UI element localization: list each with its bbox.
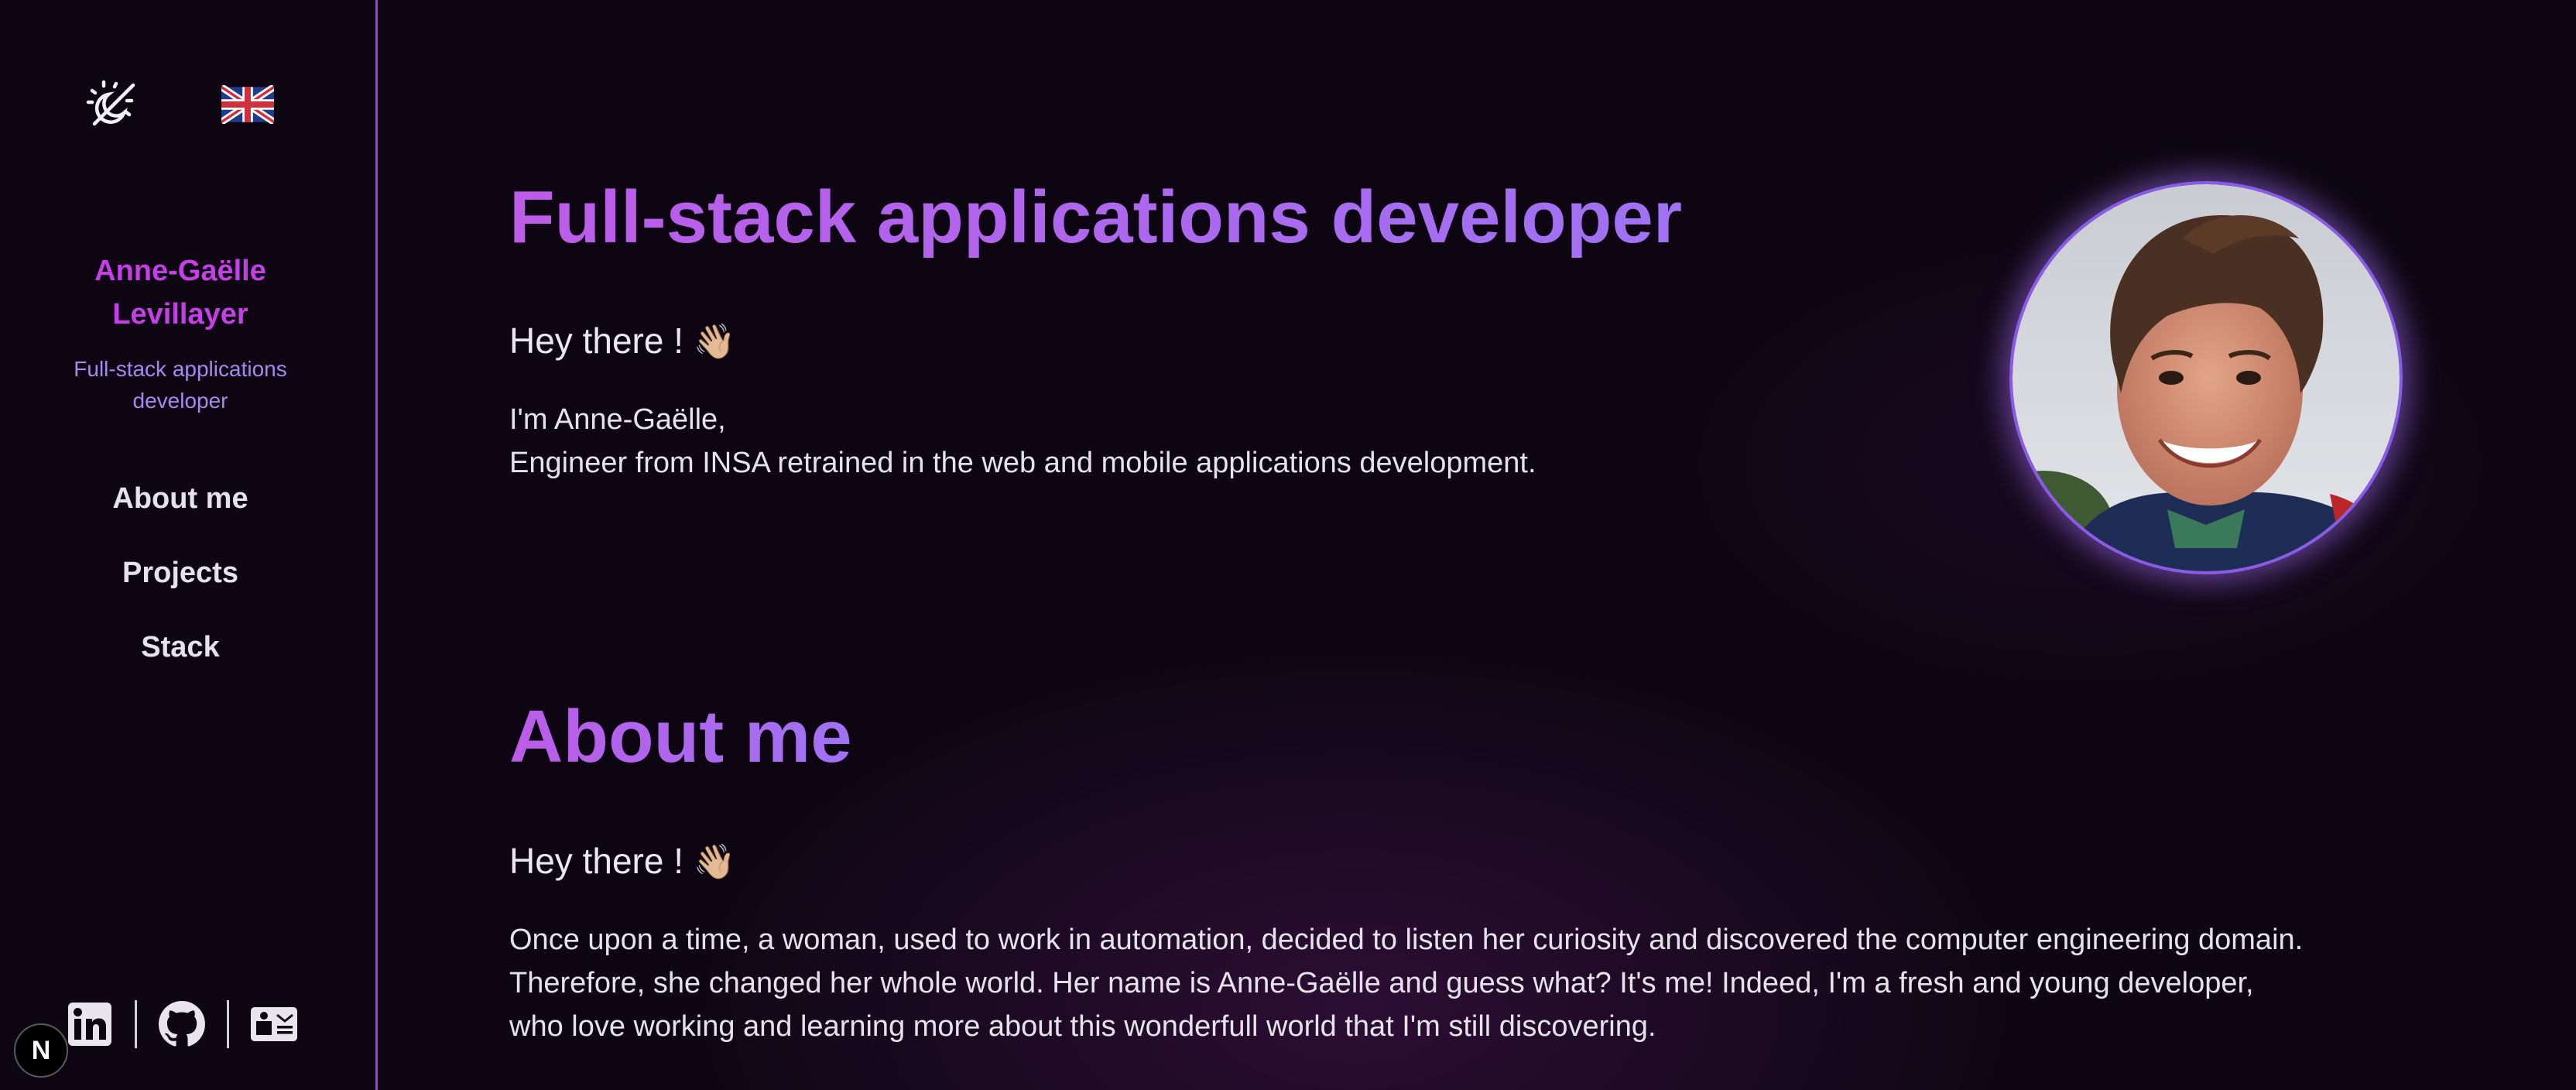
next-dev-badge[interactable]: N [14,1023,68,1078]
contact-card-icon [251,1007,297,1041]
profile-photo-image [2012,184,2400,571]
waving-hand-icon: 👋🏼 [693,323,736,361]
hero-intro-line-2: Engineer from INSA retrained in the web … [509,447,1536,479]
sidebar-role-line-1: Full-stack applications [74,357,287,381]
linkedin-icon [68,1003,111,1046]
linkedin-link[interactable] [62,999,118,1050]
github-icon [159,1001,205,1047]
nav-link-stack[interactable]: Stack [0,629,361,666]
about-greeting: Hey there ! 👋🏼 [509,839,736,884]
hero-title: Full-stack applications developer [509,176,1683,259]
about-body-line-3: who love working and learning more about… [509,1010,1656,1043]
about-title: About me [509,694,852,780]
uk-flag-icon [219,84,276,125]
hero-greeting-text: Hey there ! [509,320,683,361]
social-divider [135,1000,137,1048]
social-divider [227,1000,229,1048]
about-body-line-2: Therefore, she changed her whole world. … [509,967,2254,999]
profile-photo [2009,181,2403,574]
social-links [62,999,302,1050]
hero-greeting: Hey there ! 👋🏼 [509,319,736,364]
waving-hand-icon: 👋🏼 [693,843,736,881]
sidebar-role-line-2: developer [132,389,228,413]
next-dev-badge-label: N [31,1035,51,1065]
hero-intro: I'm Anne-Gaëlle, Engineer from INSA retr… [509,398,1536,485]
sidebar-role: Full-stack applications developer [0,353,361,416]
theme-toggle-button[interactable] [84,76,142,135]
app: Anne-Gaëlle Levillayer Full-stack applic… [0,0,2576,1090]
github-link[interactable] [154,999,210,1050]
hero-intro-line-1: I'm Anne-Gaëlle, [509,403,726,436]
sidebar-name-line-2: Levillayer [112,298,248,331]
contact-link[interactable] [246,999,302,1050]
sidebar-nav: About me Projects Stack [0,480,361,703]
sidebar-name: Anne-Gaëlle Levillayer [0,249,361,336]
nav-link-about[interactable]: About me [0,480,361,517]
language-toggle[interactable] [219,84,276,125]
sidebar: Anne-Gaëlle Levillayer Full-stack applic… [0,0,378,1090]
sidebar-name-line-1: Anne-Gaëlle [94,255,266,287]
about-body-line-1: Once upon a time, a woman, used to work … [509,924,2304,956]
about-greeting-text: Hey there ! [509,841,683,881]
about-body: Once upon a time, a woman, used to work … [509,918,2303,1048]
nav-link-projects[interactable]: Projects [0,554,361,591]
theme-toggle-icon [86,80,135,126]
